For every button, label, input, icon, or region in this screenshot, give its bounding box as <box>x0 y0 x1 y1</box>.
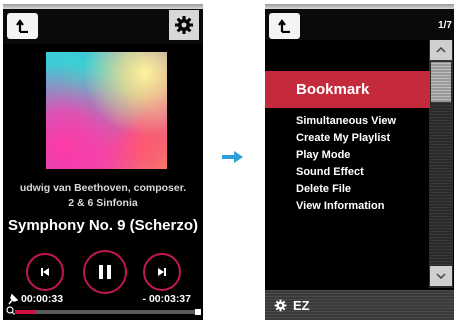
gear-icon <box>274 299 287 312</box>
top-strip <box>3 4 203 9</box>
album-label: 2 & 6 Sinfonia <box>68 197 138 209</box>
player-screen: udwig van Beethoven, composer. 2 & 6 Sin… <box>3 4 203 320</box>
gear-icon <box>175 16 193 34</box>
menu-item-simultaneous-view[interactable]: Simultaneous View <box>296 113 396 130</box>
elapsed-time: 00:00:33 <box>21 293 64 305</box>
top-strip <box>265 4 454 9</box>
menu-item-create-my-playlist[interactable]: Create My Playlist <box>296 130 396 147</box>
pin-icon <box>8 293 19 305</box>
next-track-button[interactable] <box>143 253 181 291</box>
menu-item-delete-file[interactable]: Delete File <box>296 181 396 198</box>
menu-item-sound-effect[interactable]: Sound Effect <box>296 164 396 181</box>
menu-item-play-mode[interactable]: Play Mode <box>296 147 396 164</box>
album-art <box>46 52 167 169</box>
page-indicator: 1/7 <box>438 20 452 31</box>
play-pause-button[interactable] <box>83 250 127 294</box>
back-icon <box>15 19 28 33</box>
next-track-icon <box>158 268 166 276</box>
back-button[interactable] <box>7 13 38 39</box>
settings-button[interactable] <box>169 10 199 40</box>
back-icon <box>277 19 290 33</box>
search-icon <box>6 306 15 315</box>
menu-list: Simultaneous View Create My Playlist Pla… <box>296 113 396 215</box>
progress-end-marker <box>195 309 201 315</box>
scrollbar-thumb[interactable] <box>431 62 451 102</box>
ez-label: EZ <box>293 298 310 313</box>
ez-bar[interactable]: EZ <box>265 290 454 320</box>
track-title: Symphony No. 9 (Scherzo) <box>7 217 199 234</box>
menu-screen: 1/7 Bookmark Simultaneous View Create My… <box>265 4 454 320</box>
back-button[interactable] <box>269 13 300 39</box>
progress-bar[interactable] <box>15 309 201 315</box>
chevron-up-icon <box>436 47 446 53</box>
previous-track-button[interactable] <box>26 253 64 291</box>
scroll-down-button[interactable] <box>430 266 452 286</box>
pause-icon <box>99 265 111 279</box>
previous-track-icon <box>41 268 49 276</box>
remaining-time: - 00:03:37 <box>142 293 191 305</box>
menu-item-view-information[interactable]: View Information <box>296 198 396 215</box>
menu-item-label: Bookmark <box>296 81 370 98</box>
artist-label: udwig van Beethoven, composer. <box>19 182 187 194</box>
chevron-down-icon <box>436 273 446 279</box>
menu-item-bookmark[interactable]: Bookmark <box>265 71 430 108</box>
progress-fill <box>15 310 35 314</box>
right-arrow-icon <box>222 151 243 163</box>
scroll-up-button[interactable] <box>430 40 452 60</box>
